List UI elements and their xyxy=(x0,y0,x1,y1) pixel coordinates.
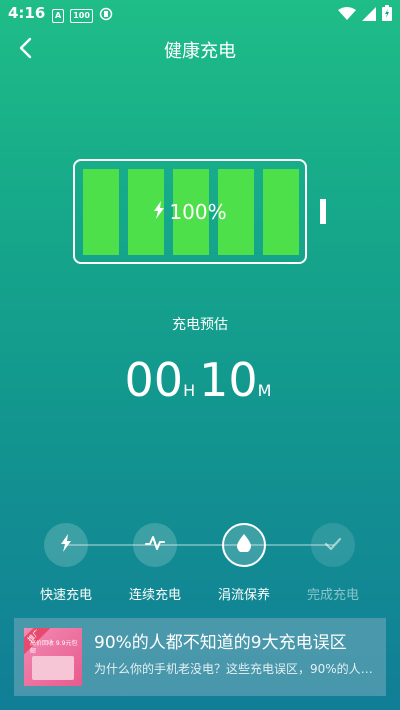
header: 健康充电 xyxy=(0,28,400,72)
step-complete xyxy=(311,523,355,567)
estimate-hours-unit: H xyxy=(183,381,196,400)
step-label-fast-charge: 快速充电 xyxy=(39,588,92,603)
lightning-icon xyxy=(60,534,72,556)
status-icons-right xyxy=(338,5,392,25)
estimate-label: 充电预估 xyxy=(172,317,228,333)
estimate-minutes-unit: M xyxy=(257,381,272,400)
clean-icon xyxy=(99,6,113,25)
page-title: 健康充电 xyxy=(164,41,236,62)
step-label-complete: 完成充电 xyxy=(306,588,359,603)
battery-tip xyxy=(320,199,326,224)
step-fast-charge xyxy=(44,523,88,567)
check-icon xyxy=(324,536,342,555)
ad-card[interactable]: 推广 高价回收 9.9元包邮 90%的人都不知道的9大充电误区 为什么你的手机老… xyxy=(14,618,386,696)
100-icon: 100 xyxy=(70,8,93,23)
steps-connector xyxy=(66,544,334,546)
battery-level-label: 100% xyxy=(73,200,307,224)
status-time: 4:16 xyxy=(8,4,46,22)
ad-description: 为什么你的手机老没电？这些充电误区，90%的人都犯过 xyxy=(94,662,378,676)
ad-thumbnail: 推广 高价回收 9.9元包邮 xyxy=(24,628,82,686)
ad-thumbnail-image xyxy=(32,656,74,680)
ad-thumbnail-text: 高价回收 9.9元包邮 xyxy=(30,640,78,655)
step-continuous-charge xyxy=(133,523,177,567)
ad-title: 90%的人都不知道的9大充电误区 xyxy=(94,633,347,653)
estimate-minutes: 10 xyxy=(199,353,258,407)
a-icon: A xyxy=(52,8,65,23)
pulse-icon xyxy=(145,535,165,555)
battery-percent: 100% xyxy=(169,200,227,224)
step-label-trickle-maintain: 涓流保养 xyxy=(217,588,270,603)
status-bar: 4:16 A 100 xyxy=(0,0,400,28)
step-trickle-maintain xyxy=(222,523,266,567)
step-label-continuous-charge: 连续充电 xyxy=(128,588,181,603)
signal-icon xyxy=(362,6,376,25)
battery-charging-icon xyxy=(382,5,392,25)
estimate-hours: 00 xyxy=(124,353,184,407)
lightning-icon xyxy=(153,200,165,224)
status-icons-left: A 100 xyxy=(52,6,113,25)
wifi-icon xyxy=(338,6,356,25)
droplet-icon xyxy=(237,534,251,556)
estimate-time: 00H10M xyxy=(0,352,400,408)
